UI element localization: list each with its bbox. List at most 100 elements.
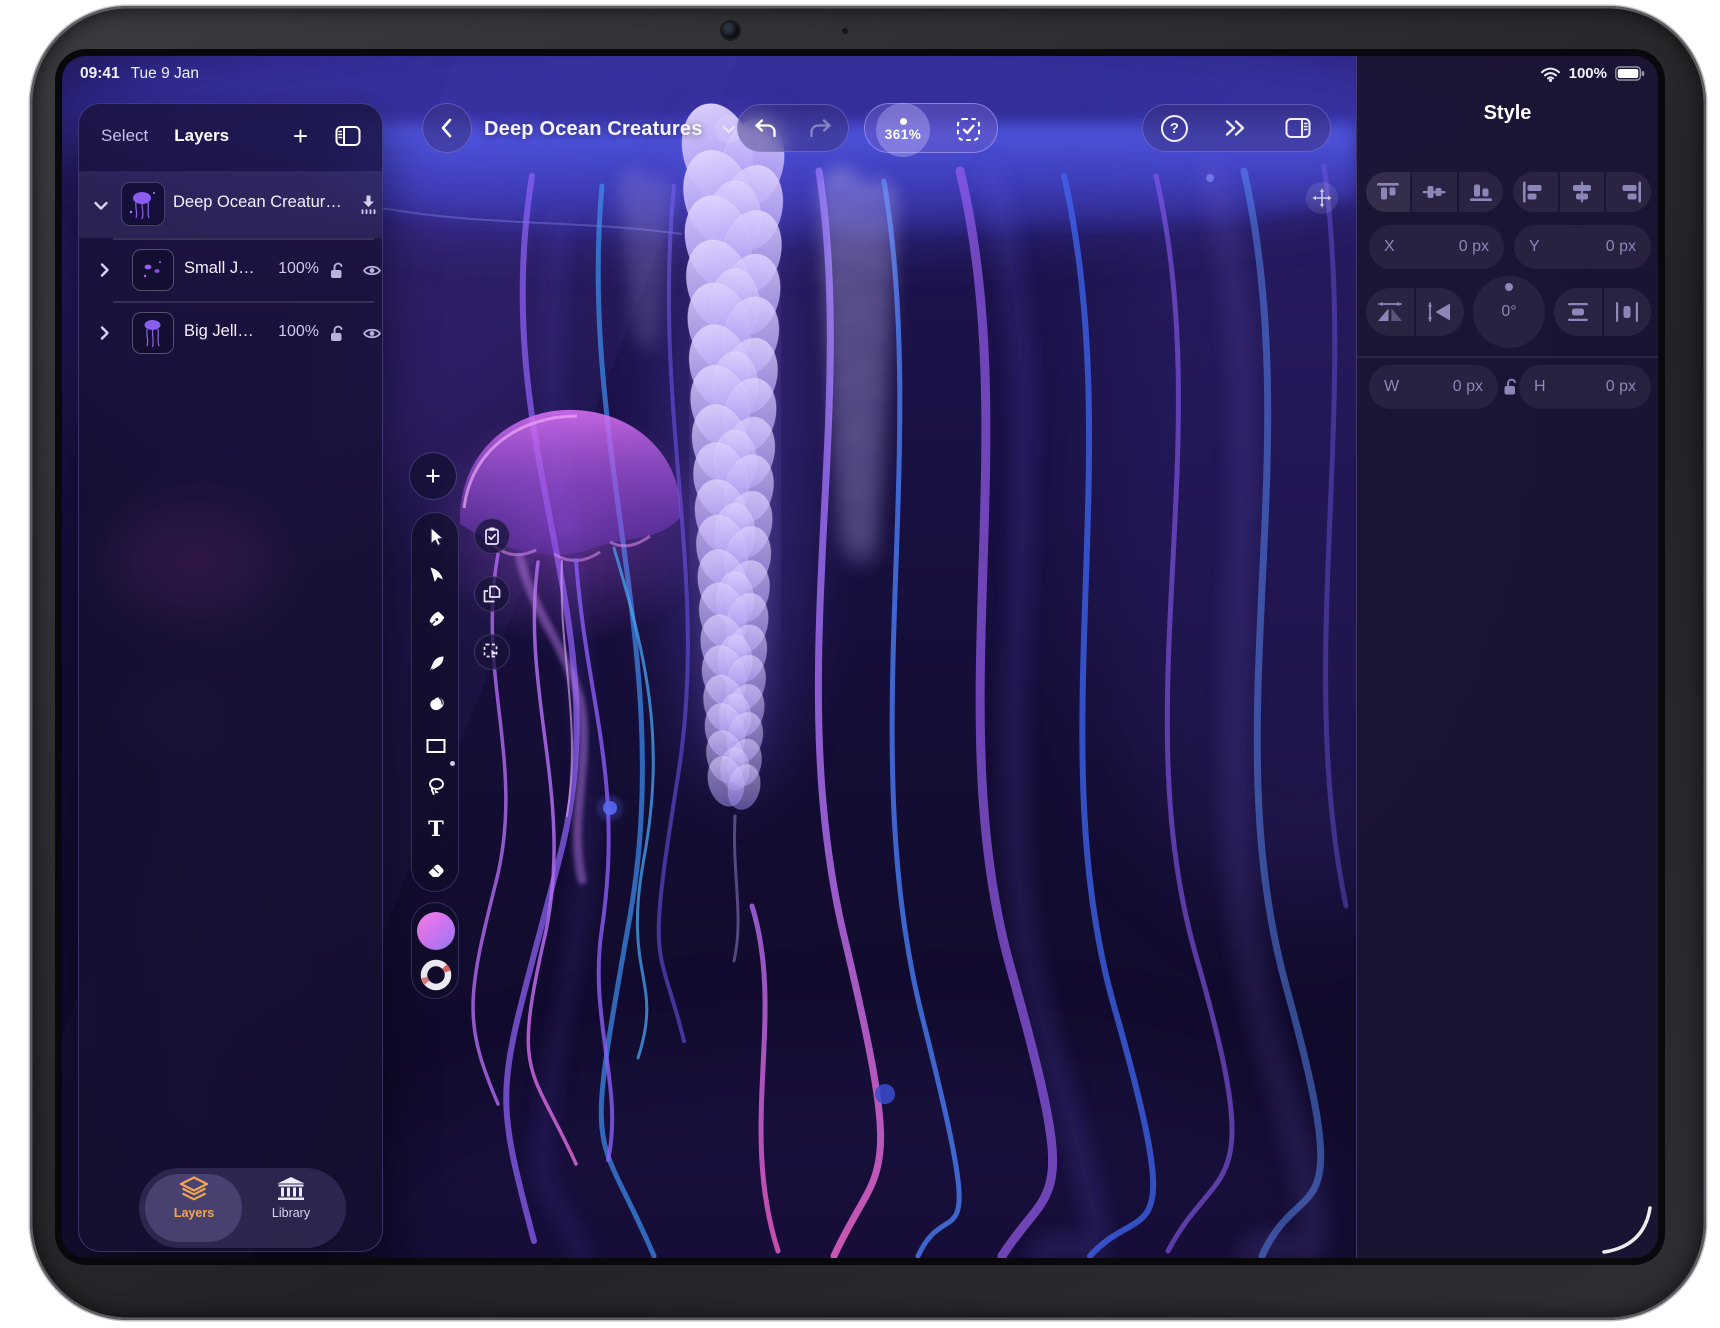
status-bar-right: 100% bbox=[1540, 65, 1645, 82]
cursor-icon bbox=[425, 525, 447, 548]
select-all-button[interactable] bbox=[955, 116, 982, 148]
undo-icon bbox=[753, 118, 778, 139]
mode-library-button[interactable]: Library bbox=[246, 1176, 336, 1220]
chevron-right-icon bbox=[100, 325, 110, 341]
lasso-tool[interactable] bbox=[412, 767, 460, 805]
redo-button[interactable] bbox=[808, 118, 833, 139]
align-vertical-group bbox=[1366, 172, 1503, 212]
expand-button[interactable] bbox=[1223, 117, 1248, 139]
eraser-tool[interactable] bbox=[412, 850, 460, 888]
expand-chevron[interactable] bbox=[100, 325, 110, 346]
flip-vertical-button[interactable] bbox=[1416, 288, 1464, 336]
text-tool[interactable]: T bbox=[412, 810, 460, 848]
distribute-vertical-icon bbox=[1564, 301, 1592, 323]
mode-layers-button[interactable]: Layers bbox=[149, 1176, 239, 1220]
align-horizontal-group bbox=[1513, 172, 1651, 212]
h-value: 0 px bbox=[1606, 378, 1636, 396]
distribute-horizontal-icon bbox=[1613, 301, 1641, 323]
align-bottom-button[interactable] bbox=[1459, 172, 1503, 212]
paste-style-button[interactable] bbox=[474, 634, 510, 670]
document-title-menu[interactable]: Deep Ocean Creatures bbox=[484, 113, 743, 145]
marquee-check-icon bbox=[955, 116, 982, 143]
flip-horizontal-button[interactable] bbox=[1366, 288, 1414, 336]
pen-tool[interactable] bbox=[412, 600, 460, 638]
canvas-move-pad[interactable] bbox=[1306, 182, 1338, 214]
distribute-group bbox=[1554, 288, 1651, 336]
screen: Style bbox=[62, 56, 1658, 1258]
add-layer-button[interactable]: + bbox=[293, 123, 308, 149]
lock-open-icon bbox=[329, 261, 346, 280]
visibility-button[interactable] bbox=[362, 326, 382, 346]
mic-dot bbox=[842, 28, 848, 34]
flip-horizontal-icon bbox=[1375, 300, 1405, 324]
flip-group bbox=[1366, 288, 1464, 336]
y-label: Y bbox=[1529, 238, 1540, 256]
toggle-left-panel-button[interactable] bbox=[334, 124, 362, 148]
align-left-icon bbox=[1521, 181, 1549, 203]
height-field[interactable]: H 0 px bbox=[1519, 365, 1651, 409]
layer-name: Big Jell… bbox=[184, 322, 254, 341]
shape-tool[interactable] bbox=[412, 727, 460, 765]
layers-panel-header: Select Layers + bbox=[79, 104, 382, 168]
help-button[interactable]: ? bbox=[1161, 115, 1188, 142]
paste-button[interactable] bbox=[474, 518, 510, 554]
brush-blob-icon bbox=[426, 693, 447, 713]
align-top-button[interactable] bbox=[1366, 172, 1410, 212]
stroke-color-swatch[interactable] bbox=[419, 958, 453, 992]
corner-curl[interactable] bbox=[1600, 1206, 1656, 1256]
pencil-tool[interactable] bbox=[412, 644, 460, 682]
y-value: 0 px bbox=[1606, 238, 1636, 256]
aspect-lock-button[interactable] bbox=[1503, 377, 1520, 401]
align-middle-icon bbox=[1420, 181, 1448, 203]
rotation-dial-handle[interactable] bbox=[1505, 283, 1513, 291]
expand-chevron[interactable] bbox=[100, 262, 110, 283]
layer-thumbnail[interactable] bbox=[132, 312, 174, 354]
distribute-vertical-button[interactable] bbox=[1554, 288, 1602, 336]
node-tool[interactable] bbox=[412, 555, 460, 593]
plus-glyph: + bbox=[425, 461, 441, 492]
lock-button[interactable] bbox=[329, 324, 346, 348]
visibility-button[interactable] bbox=[362, 263, 382, 283]
layer-row-big-jellyfish[interactable]: Big Jell… 100% bbox=[79, 303, 382, 364]
toggle-right-panel-button[interactable] bbox=[1284, 116, 1312, 140]
shape-submenu-dot bbox=[450, 761, 455, 766]
layer-opacity[interactable]: 100% bbox=[257, 260, 319, 278]
w-label: W bbox=[1384, 378, 1399, 396]
zoom-level-button[interactable]: 361% bbox=[876, 103, 930, 157]
fill-color-swatch[interactable] bbox=[417, 912, 455, 950]
align-left-button[interactable] bbox=[1513, 172, 1558, 212]
align-right-button[interactable] bbox=[1606, 172, 1651, 212]
layer-opacity[interactable]: 100% bbox=[257, 323, 319, 341]
lock-button[interactable] bbox=[329, 261, 346, 285]
collapse-chevron[interactable] bbox=[93, 198, 109, 216]
layer-thumbnail[interactable] bbox=[132, 249, 174, 291]
download-icon bbox=[359, 194, 378, 215]
tab-select[interactable]: Select bbox=[101, 126, 148, 146]
y-position-field[interactable]: Y 0 px bbox=[1514, 225, 1651, 269]
width-field[interactable]: W 0 px bbox=[1369, 365, 1498, 409]
add-shape-button[interactable]: + bbox=[409, 452, 457, 500]
document-thumbnail[interactable] bbox=[121, 182, 165, 226]
x-position-field[interactable]: X 0 px bbox=[1369, 225, 1504, 269]
undo-button[interactable] bbox=[753, 118, 778, 139]
back-button[interactable] bbox=[422, 103, 472, 153]
right-toolbar-pill: ? bbox=[1142, 104, 1331, 152]
align-middle-button[interactable] bbox=[1412, 172, 1456, 212]
layer-row-document[interactable]: Deep Ocean Creatur… bbox=[79, 171, 382, 238]
align-center-icon bbox=[1568, 181, 1596, 203]
layer-name: Deep Ocean Creatur… bbox=[173, 193, 342, 212]
copy-pages-icon bbox=[482, 584, 502, 604]
select-tool[interactable] bbox=[412, 517, 460, 555]
layer-row-small-jellyfish[interactable]: Small J… 100% bbox=[79, 240, 382, 301]
status-date: Tue 9 Jan bbox=[131, 65, 199, 83]
download-button[interactable] bbox=[359, 194, 378, 220]
align-center-button[interactable] bbox=[1560, 172, 1605, 212]
distribute-horizontal-button[interactable] bbox=[1604, 288, 1652, 336]
style-panel-divider bbox=[1357, 356, 1658, 358]
tab-layers[interactable]: Layers bbox=[174, 126, 229, 146]
copy-button[interactable] bbox=[474, 576, 510, 612]
lasso-icon bbox=[425, 775, 447, 797]
rotation-dial[interactable]: 0° bbox=[1473, 276, 1545, 348]
brush-tool[interactable] bbox=[412, 684, 460, 722]
layer-thumbnail-art bbox=[133, 313, 172, 352]
